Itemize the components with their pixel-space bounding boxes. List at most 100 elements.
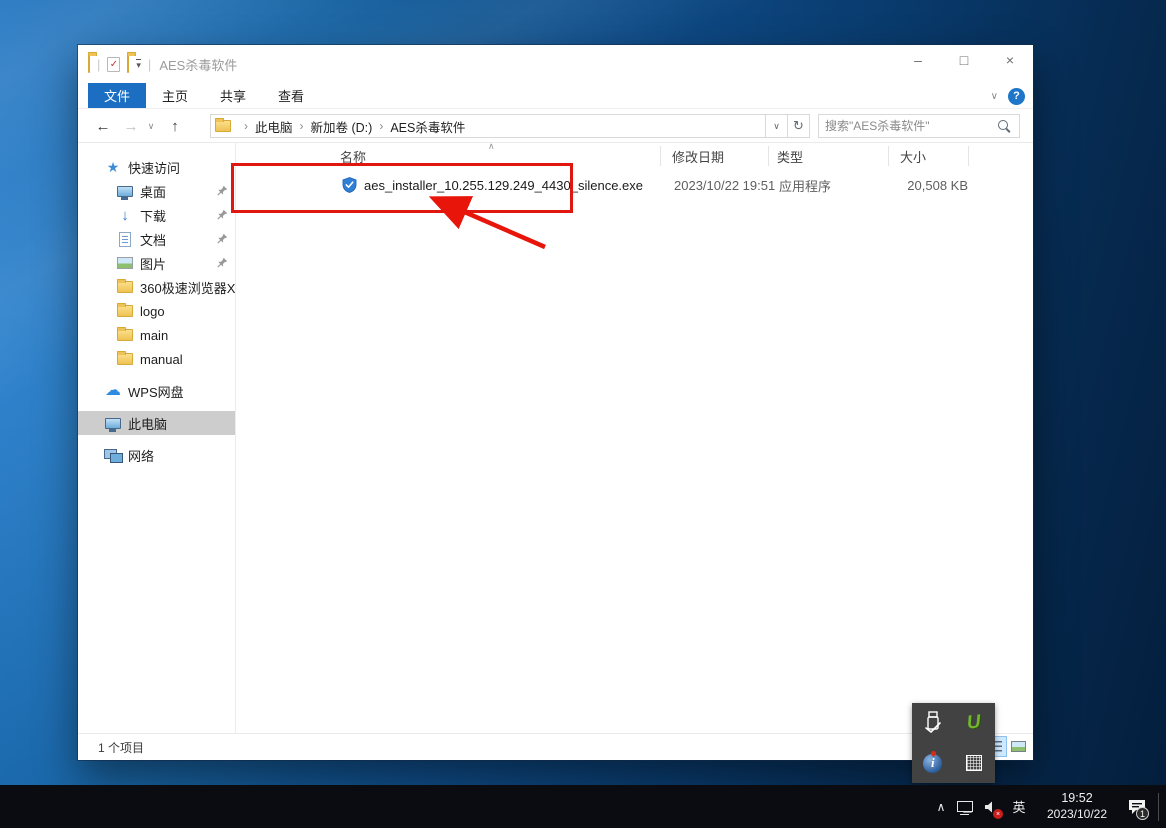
status-bar: 1 个项目 — [78, 733, 1033, 760]
tab-share[interactable]: 共享 — [204, 83, 262, 108]
pin-icon — [217, 257, 228, 268]
taskbar[interactable]: ∧ × 英 19:52 2023/10/22 1 — [0, 785, 1166, 828]
search-input[interactable] — [819, 119, 998, 133]
ime-language-indicator[interactable]: 英 — [1004, 797, 1034, 816]
minimize-button[interactable]: – — [895, 45, 941, 75]
folder-icon — [116, 351, 134, 365]
u-tool-icon[interactable]: U — [966, 711, 982, 734]
star-icon: ★ — [106, 159, 120, 175]
tab-view[interactable]: 查看 — [262, 83, 320, 108]
breadcrumb-this-pc[interactable]: 此电脑 — [255, 117, 293, 136]
document-icon — [116, 231, 134, 247]
search-box — [818, 114, 1020, 138]
title-bar[interactable]: | ✓ ▾ | AES杀毒软件 – □ × — [78, 45, 1033, 83]
properties-icon[interactable]: ✓ — [107, 56, 121, 72]
thumbnails-view-button[interactable] — [1007, 736, 1030, 757]
qat-separator: | — [147, 56, 152, 72]
notification-badge: 1 — [1136, 807, 1149, 820]
tray-expand-icon[interactable]: ∧ — [930, 800, 952, 814]
quick-access-toolbar: | ✓ ▾ | — [88, 54, 152, 73]
sidebar-item-pictures[interactable]: 图片 — [78, 251, 235, 275]
new-folder-icon[interactable] — [127, 54, 130, 73]
explorer-window: | ✓ ▾ | AES杀毒软件 – □ × 文件 主页 共享 查看 ∨ ? ← … — [78, 45, 1033, 760]
cloud-icon: ☁ — [105, 382, 121, 399]
volume-muted-icon[interactable]: × — [978, 785, 1004, 828]
breadcrumb-separator: › — [379, 119, 384, 133]
back-button[interactable]: ← — [90, 109, 116, 143]
breadcrumb-separator: › — [299, 119, 304, 133]
pictures-icon — [116, 257, 134, 269]
window-controls: – □ × — [895, 45, 1033, 75]
desktop: { "icons": { "qat_separator": "|", "qat_… — [0, 0, 1166, 828]
address-bar: ← → ∨ ↑ › 此电脑 › 新加卷 (D:) › AES杀毒软件 ∨ ↻ — [78, 109, 1033, 143]
pin-icon — [217, 185, 228, 196]
network-icon — [104, 448, 123, 463]
annotation-arrow — [428, 196, 546, 250]
forward-button[interactable]: → — [118, 109, 144, 143]
help-icon[interactable]: ? — [1008, 87, 1025, 105]
file-size-cell: 20,508 KB — [907, 177, 968, 193]
folder-icon — [116, 303, 134, 317]
breadcrumb-current-folder[interactable]: AES杀毒软件 — [390, 117, 465, 136]
column-header-size[interactable]: 大小 — [900, 143, 926, 169]
sidebar-item-this-pc[interactable]: 此电脑 — [78, 411, 235, 435]
qat-separator: | — [97, 56, 101, 72]
breadcrumb-separator: › — [244, 119, 248, 133]
download-icon: ↓ — [121, 206, 129, 224]
clock-time: 19:52 — [1061, 791, 1093, 806]
sidebar-item-manual[interactable]: manual — [78, 347, 235, 371]
tab-home[interactable]: 主页 — [146, 83, 204, 108]
recent-locations-icon[interactable]: ∨ — [142, 109, 160, 143]
info-ball-icon[interactable]: i — [923, 753, 943, 773]
grid-app-icon[interactable] — [966, 755, 983, 771]
pin-icon — [217, 209, 228, 220]
show-desktop-button[interactable] — [1159, 785, 1166, 828]
sidebar-item-network[interactable]: 网络 — [78, 443, 235, 467]
ribbon-tab-bar: 文件 主页 共享 查看 ∨ ? — [78, 83, 1033, 109]
action-center-button[interactable]: 1 — [1120, 785, 1154, 828]
sidebar-item-desktop[interactable]: 桌面 — [78, 179, 235, 203]
file-list: ∧ 名称 修改日期 类型 大小 aes_installer_10.255.129… — [236, 141, 1033, 733]
expand-ribbon-icon[interactable]: ∨ — [991, 91, 998, 102]
folder-icon — [116, 279, 134, 293]
refresh-icon[interactable]: ↻ — [788, 114, 810, 138]
sidebar-item-documents[interactable]: 文档 — [78, 227, 235, 251]
navigation-pane: ★ 快速访问 桌面 ↓ 下载 文档 图片 360极速浏览器X logo main… — [78, 143, 236, 733]
tab-file[interactable]: 文件 — [88, 83, 147, 108]
sidebar-item-360-browser-download[interactable]: 360极速浏览器X下载 — [78, 275, 235, 299]
sidebar-item-downloads[interactable]: ↓ 下载 — [78, 203, 235, 227]
file-date-cell: 2023/10/22 19:51 — [674, 177, 776, 193]
up-button[interactable]: ↑ — [162, 109, 188, 143]
folder-icon — [116, 327, 134, 341]
mute-badge: × — [993, 809, 1003, 819]
item-count: 1 个项目 — [98, 740, 145, 755]
sidebar-item-quick-access[interactable]: ★ 快速访问 — [78, 155, 235, 179]
breadcrumb-drive-d[interactable]: 新加卷 (D:) — [311, 117, 373, 136]
pin-icon — [217, 233, 228, 244]
file-type-cell: 应用程序 — [779, 178, 832, 194]
sidebar-item-wps-cloud[interactable]: ☁ WPS网盘 — [78, 379, 235, 403]
breadcrumb[interactable]: › 此电脑 › 新加卷 (D:) › AES杀毒软件 — [210, 114, 766, 138]
sidebar-item-main[interactable]: main — [78, 323, 235, 347]
tray-overflow-popup: U i — [912, 703, 995, 783]
customize-qat-dropdown-icon[interactable]: ▾ — [136, 58, 141, 70]
address-dropdown-icon[interactable]: ∨ — [766, 114, 788, 138]
sort-ascending-icon[interactable]: ∧ — [488, 141, 495, 152]
usb-safely-remove-icon[interactable] — [922, 711, 944, 735]
column-header-type[interactable]: 类型 — [777, 143, 803, 169]
sidebar-item-logo[interactable]: logo — [78, 299, 235, 323]
column-header-date[interactable]: 修改日期 — [672, 143, 724, 169]
search-icon[interactable] — [998, 119, 1011, 133]
desktop-icon — [116, 185, 134, 200]
clock-date: 2023/10/22 — [1046, 806, 1108, 821]
taskbar-clock[interactable]: 19:52 2023/10/22 — [1038, 791, 1116, 822]
thumbnails-view-icon — [1011, 741, 1026, 752]
system-tray: ∧ × 英 19:52 2023/10/22 1 — [930, 785, 1166, 828]
computer-icon — [104, 417, 122, 432]
network-status-icon[interactable] — [952, 785, 978, 828]
folder-icon — [215, 118, 231, 132]
explorer-window-icon — [88, 54, 90, 73]
maximize-button[interactable]: □ — [941, 45, 987, 75]
window-title: AES杀毒软件 — [159, 57, 238, 73]
close-button[interactable]: × — [987, 45, 1033, 75]
